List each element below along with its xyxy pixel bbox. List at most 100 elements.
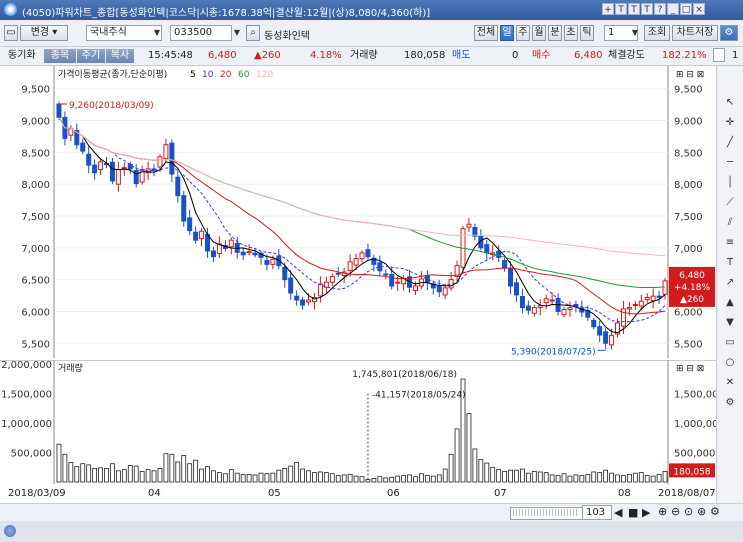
volume-bar — [258, 472, 264, 483]
close-button[interactable]: × — [693, 3, 705, 15]
chevron-down-icon[interactable]: ▼ — [152, 26, 162, 40]
candle-body — [264, 260, 270, 265]
volume-bar — [133, 465, 139, 483]
zoom-fit-icon[interactable]: ⊛ — [697, 505, 706, 518]
volume-bar — [92, 468, 98, 483]
text-size-button[interactable]: T — [615, 3, 627, 15]
text-icon[interactable]: T — [723, 256, 737, 270]
period-button-4[interactable]: 분 — [548, 25, 562, 41]
price-chart[interactable]: 9,500 9,500 9,000 9,000 8,500 8,500 8,000 8,000… — [0, 66, 716, 358]
period-button-6[interactable]: 틱 — [580, 25, 594, 41]
volume-min-annotation: -41,157(2018/05/24) — [372, 391, 466, 401]
change-button[interactable]: 변경 ▾ — [20, 25, 68, 41]
hline-icon[interactable]: ─ — [723, 156, 737, 170]
search-icon[interactable]: ⌕ — [246, 25, 260, 41]
volume-bar — [621, 475, 626, 483]
market-select[interactable]: 국내주식 — [86, 25, 162, 41]
volume-bar — [419, 473, 424, 483]
period-button-0[interactable]: 전체 — [474, 25, 498, 41]
crosshair-icon[interactable]: ✛ — [723, 116, 737, 130]
period-button-5[interactable]: 초 — [564, 25, 578, 41]
count-checkbox[interactable] — [713, 48, 725, 62]
layout-icon[interactable]: ▭ — [4, 25, 18, 41]
period-button-3[interactable]: 월 — [532, 25, 546, 41]
text-style-button[interactable]: T — [628, 3, 640, 15]
minimize-button[interactable]: _ — [667, 3, 679, 15]
volume-bar — [448, 453, 454, 483]
window-title-bar: (4050)파워차트_종합[동성화인텍|코스닥|시총:1678.38억|결산월:… — [0, 0, 743, 20]
period-button-1[interactable]: 일 — [500, 25, 514, 41]
zoom-reset-icon[interactable]: ⊙ — [684, 505, 693, 518]
volume-bar — [377, 476, 383, 483]
candle-body — [626, 307, 632, 310]
tab-copy[interactable]: 복사 — [106, 49, 134, 63]
volume-bar — [454, 428, 460, 483]
gear-icon[interactable]: ⚙ — [720, 25, 738, 41]
bid-value: 0 — [512, 50, 519, 61]
zoom-out-icon[interactable]: ⊖ — [671, 505, 680, 518]
candle-body — [531, 307, 537, 314]
code-dropdown-icon[interactable]: ▼ — [232, 26, 242, 40]
y-tick-label-left: 9,000 — [21, 117, 50, 128]
line-icon[interactable]: ╱ — [723, 136, 737, 150]
period-button-2[interactable]: 주 — [516, 25, 530, 41]
vline-icon[interactable]: │ — [723, 176, 737, 190]
volume-bar — [442, 468, 448, 483]
volume-bar — [413, 476, 418, 483]
maximize-button[interactable]: □ — [680, 3, 692, 15]
bid-label: 매도 — [452, 50, 471, 61]
next-icon[interactable]: ▶ — [642, 506, 650, 519]
text-toggle-button[interactable]: T — [641, 3, 653, 15]
volume-bar — [650, 475, 656, 483]
add-window-button[interactable]: + — [602, 3, 614, 15]
candle-body — [650, 295, 656, 302]
circle-icon[interactable]: ○ — [723, 356, 737, 370]
scroll-thumb[interactable] — [513, 509, 579, 516]
settings-icon[interactable]: ⚙ — [723, 396, 737, 410]
ma-legend-item: 120 — [256, 70, 273, 80]
volume-bar — [127, 465, 133, 483]
lookup-button[interactable]: 조회 — [644, 25, 670, 41]
sync-label[interactable]: 동기화 — [8, 48, 36, 63]
volume-bar — [407, 474, 412, 483]
arrow-icon[interactable]: ↗ — [723, 276, 737, 290]
y-tick-label-left: 5,500 — [21, 339, 50, 350]
settings-icon[interactable]: ⚙ — [710, 505, 720, 518]
volume-pane-controls-icon: ⊞ ⊟ ⊠ — [676, 364, 704, 374]
help-button[interactable]: ? — [654, 3, 666, 15]
trend-icon[interactable]: ⟋ — [723, 196, 737, 210]
stop-icon[interactable]: ■ — [628, 506, 638, 519]
volume-bar — [561, 473, 567, 483]
delete-icon[interactable]: ✕ — [723, 376, 737, 390]
volume-bar — [567, 475, 573, 483]
tab-period[interactable]: 주기 — [77, 49, 105, 63]
volume-chart[interactable]: 2,000,000 1,500,000 1,000,000 500,000 1,500,… — [0, 360, 716, 484]
volume-bar — [276, 469, 282, 483]
interval-dropdown-icon[interactable]: ▼ — [630, 26, 640, 40]
prev-icon[interactable]: ◀ — [614, 506, 622, 519]
scroll-track[interactable] — [510, 507, 584, 520]
up-arrow-icon[interactable]: ▲ — [723, 296, 737, 310]
candle-body — [199, 230, 205, 240]
ma-legend-item: 60 — [238, 70, 250, 80]
down-arrow-icon[interactable]: ▼ — [723, 316, 737, 330]
save-chart-button[interactable]: 차트저장 — [672, 25, 718, 41]
candle-body — [300, 299, 306, 306]
candle-body — [519, 296, 525, 309]
channel-icon[interactable]: ⫽ — [723, 216, 737, 230]
stock-code-input[interactable]: 033500 — [170, 25, 232, 41]
tab-stock[interactable]: 종목 — [44, 49, 76, 63]
pane-controls-icon: ⊞ ⊟ ⊠ — [676, 70, 704, 80]
candle-body — [632, 303, 638, 306]
volume-bar — [514, 469, 519, 483]
zoom-in-icon[interactable]: ⊕ — [658, 505, 667, 518]
candle-body — [115, 169, 121, 185]
cursor-icon[interactable]: ↖ — [723, 96, 737, 110]
bar-count-input[interactable]: 103 — [582, 505, 612, 520]
rect-icon[interactable]: ▭ — [723, 336, 737, 350]
volume-bar — [157, 468, 163, 483]
volume-bar — [270, 472, 276, 483]
fibo-icon[interactable]: ≡ — [723, 236, 737, 250]
y-tick-label-left: 7,000 — [21, 244, 50, 255]
x-axis-apr: 04 — [148, 488, 161, 499]
